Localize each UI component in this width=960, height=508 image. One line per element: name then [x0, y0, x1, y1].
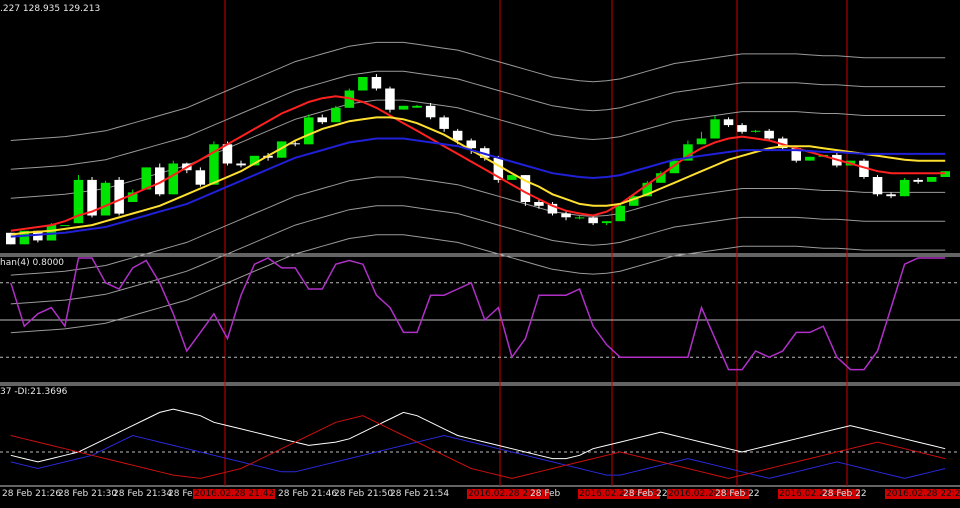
candle-body[interactable] [168, 163, 179, 195]
trading-chart[interactable]: .227 128.935 129.213 han(4) 0.8000 37 -D… [0, 0, 960, 503]
candle-body[interactable] [737, 125, 747, 132]
candle-body[interactable] [452, 130, 463, 141]
time-axis-label: 2016.02.28 21:42 [193, 489, 276, 499]
adx-panel[interactable] [0, 408, 960, 479]
candle-body[interactable] [114, 179, 124, 214]
time-axis-label: 2016.02.28 22:2 [885, 489, 960, 499]
time-axis-label: 28 Feb 22 [822, 489, 867, 499]
minus-di-line [10, 434, 946, 479]
candle-body[interactable] [195, 170, 206, 185]
candle-body[interactable] [913, 179, 923, 182]
candle-body[interactable] [615, 205, 626, 222]
candle-body[interactable] [696, 138, 707, 145]
candle-body[interactable] [331, 107, 341, 123]
candle-body[interactable] [439, 117, 449, 129]
adx-info-label: 37 -DI:21.3696 [0, 387, 68, 397]
candle-body[interactable] [750, 130, 761, 132]
candle-body[interactable] [886, 194, 896, 197]
stochastic-line [10, 257, 946, 371]
candle-body[interactable] [588, 217, 598, 224]
time-axis-label: 28 Feb 22 [715, 489, 760, 499]
candle-body[interactable] [304, 117, 314, 145]
candle-body[interactable] [805, 156, 815, 161]
candle-body[interactable] [425, 105, 436, 118]
candle-body[interactable] [534, 202, 544, 206]
time-axis-label: 28 Feb 21:50 [334, 489, 394, 499]
band-line [10, 176, 946, 276]
vertical-markers [224, 0, 848, 486]
candle-body[interactable] [236, 163, 246, 166]
candle-body[interactable] [371, 77, 382, 89]
candle-body[interactable] [100, 182, 111, 216]
time-axis-label: 28 Feb 21:34 [113, 489, 173, 499]
stochastic-panel[interactable] [0, 257, 960, 371]
candle-body[interactable] [398, 105, 409, 110]
time-axis-label: 28 Feb 22 [623, 489, 668, 499]
band-line [10, 205, 946, 305]
time-axis-label: 28 Feb 21:46 [278, 489, 338, 499]
chart-canvas[interactable] [0, 0, 960, 503]
band-line [10, 234, 946, 334]
candle-body[interactable] [466, 140, 477, 149]
candle-body[interactable] [574, 217, 585, 219]
stochastic-info-label: han(4) 0.8000 [0, 258, 65, 268]
time-axis-label: 28 Feb 21:26 [2, 489, 62, 499]
candle-body[interactable] [764, 130, 774, 139]
time-axis-label: 28 Feb 21:54 [390, 489, 450, 499]
plus-di-line [10, 408, 946, 463]
candle-body[interactable] [872, 177, 883, 195]
candle-body[interactable] [317, 117, 328, 123]
candle-body[interactable] [385, 88, 395, 110]
candle-body[interactable] [60, 225, 70, 227]
candle-body[interactable] [926, 177, 937, 182]
candle-body[interactable] [412, 105, 422, 108]
panel-separators [0, 253, 960, 487]
price-info-label: .227 128.935 129.213 [0, 4, 101, 14]
candle-body[interactable] [561, 213, 571, 218]
candle-body[interactable] [899, 179, 910, 197]
time-axis-label: 28 Feb [530, 489, 561, 499]
time-axis-label: 28 Feb 21:30 [58, 489, 118, 499]
band-line [10, 41, 946, 141]
candle-body[interactable] [601, 221, 612, 224]
ma-fast-line [10, 95, 946, 232]
candle-body[interactable] [710, 119, 720, 139]
adx-red-line [10, 415, 946, 479]
candle-body[interactable] [358, 77, 368, 91]
price-panel[interactable] [6, 41, 950, 334]
candle-body[interactable] [723, 119, 734, 126]
